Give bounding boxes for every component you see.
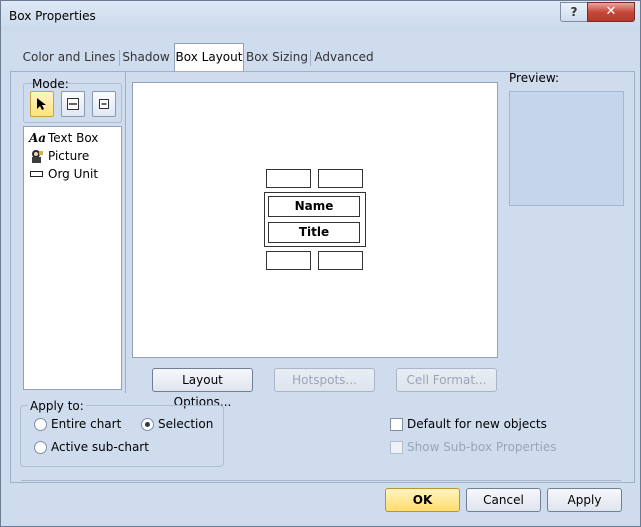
apply-to-label: Apply to: [28, 399, 86, 413]
tab-box-sizing[interactable]: Box Sizing [246, 45, 308, 70]
active-sub-chart-radio[interactable] [34, 441, 47, 454]
mode-split-button[interactable] [61, 91, 85, 117]
entire-chart-label[interactable]: Entire chart [51, 417, 121, 431]
default-new-objects-label[interactable]: Default for new objects [407, 417, 547, 431]
cell-format-button: Cell Format... [396, 368, 497, 392]
picture-icon [29, 148, 45, 164]
top-right-cell[interactable] [318, 169, 363, 188]
mode-label: Mode: [32, 77, 69, 91]
cancel-button[interactable]: Cancel [466, 488, 541, 512]
apply-to-group [20, 405, 224, 467]
default-new-objects-checkbox[interactable] [390, 418, 403, 431]
close-button[interactable]: ✕ [587, 2, 635, 22]
preview-label: Preview: [509, 71, 560, 85]
apply-button[interactable]: Apply [547, 488, 622, 512]
preview-pane [509, 91, 624, 206]
tab-separator [119, 50, 120, 66]
title-bar: Box Properties ? ✕ [1, 1, 640, 31]
tab-separator [310, 50, 311, 66]
layout-options-button[interactable]: Layout Options... [152, 368, 253, 409]
pointer-arrow-icon [37, 98, 46, 110]
active-sub-chart-label[interactable]: Active sub-chart [51, 440, 149, 454]
top-left-cell[interactable] [266, 169, 311, 188]
tab-advanced[interactable]: Advanced [313, 45, 375, 70]
split-box-icon [67, 98, 79, 110]
dialog-window: Box Properties ? ✕ Color and Lines Shado… [0, 0, 641, 527]
mode-minus-button[interactable] [92, 91, 116, 117]
footer-divider [21, 480, 621, 481]
layout-canvas[interactable]: Name Title [132, 82, 498, 358]
org-unit-icon [29, 166, 45, 182]
minus-box-icon [99, 99, 109, 109]
mode-pointer-button[interactable] [30, 91, 54, 117]
list-item-label: Org Unit [48, 167, 99, 181]
title-cell[interactable]: Title [268, 222, 360, 243]
help-button[interactable]: ? [560, 2, 588, 22]
list-item-label: Text Box [48, 131, 99, 145]
entire-chart-radio[interactable] [34, 418, 47, 431]
vertical-divider [125, 71, 126, 393]
selection-label[interactable]: Selection [158, 417, 213, 431]
window-title: Box Properties [9, 9, 96, 23]
bottom-right-cell[interactable] [318, 251, 363, 270]
item-list[interactable]: Aa Text Box Picture Org Unit [23, 126, 122, 390]
text-box-icon: Aa [29, 131, 47, 145]
selection-radio[interactable] [141, 418, 154, 431]
tab-color-and-lines[interactable]: Color and Lines [21, 45, 117, 70]
tab-shadow[interactable]: Shadow [121, 45, 171, 70]
tab-box-layout[interactable]: Box Layout [174, 43, 244, 71]
list-item-label: Picture [48, 149, 90, 163]
hotspots-button: Hotspots... [274, 368, 375, 392]
show-sub-box-label: Show Sub-box Properties [407, 440, 557, 454]
show-sub-box-checkbox [390, 441, 403, 454]
name-cell[interactable]: Name [268, 196, 360, 217]
bottom-left-cell[interactable] [266, 251, 311, 270]
ok-button[interactable]: OK [385, 488, 460, 512]
